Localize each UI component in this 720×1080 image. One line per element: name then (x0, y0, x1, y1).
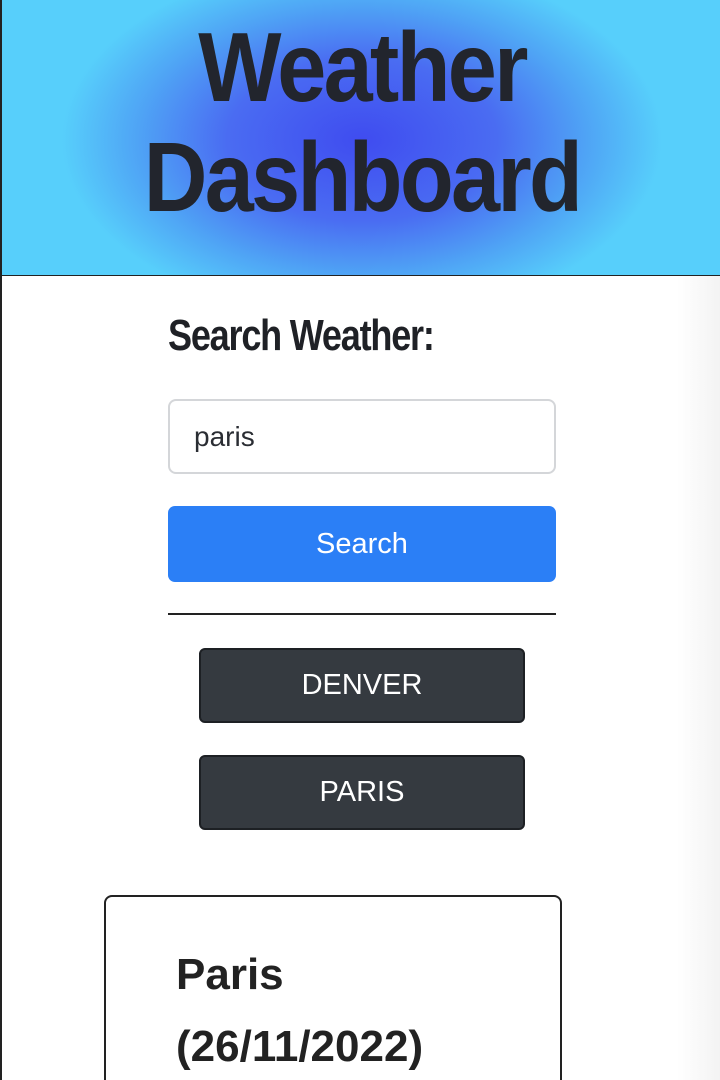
page-title: Weather Dashboard (38, 12, 686, 232)
current-weather-date: (26/11/2022) (176, 1022, 424, 1071)
city-search-input[interactable] (168, 399, 556, 474)
current-weather-card: Paris (26/11/2022) (104, 895, 562, 1080)
history-city-button-denver[interactable]: DENVER (199, 648, 525, 723)
search-button[interactable]: Search (168, 506, 556, 582)
title-line-dashboard: Dashboard (143, 122, 583, 232)
title-line-weather: Weather (198, 12, 528, 122)
page: Weather Dashboard Search Weather: Search… (0, 0, 720, 1080)
history-city-button-paris[interactable]: PARIS (199, 755, 525, 830)
header-banner: Weather Dashboard (2, 0, 720, 276)
divider (168, 613, 556, 615)
search-heading: Search Weather: (168, 311, 435, 360)
current-city-name: Paris (176, 950, 284, 999)
